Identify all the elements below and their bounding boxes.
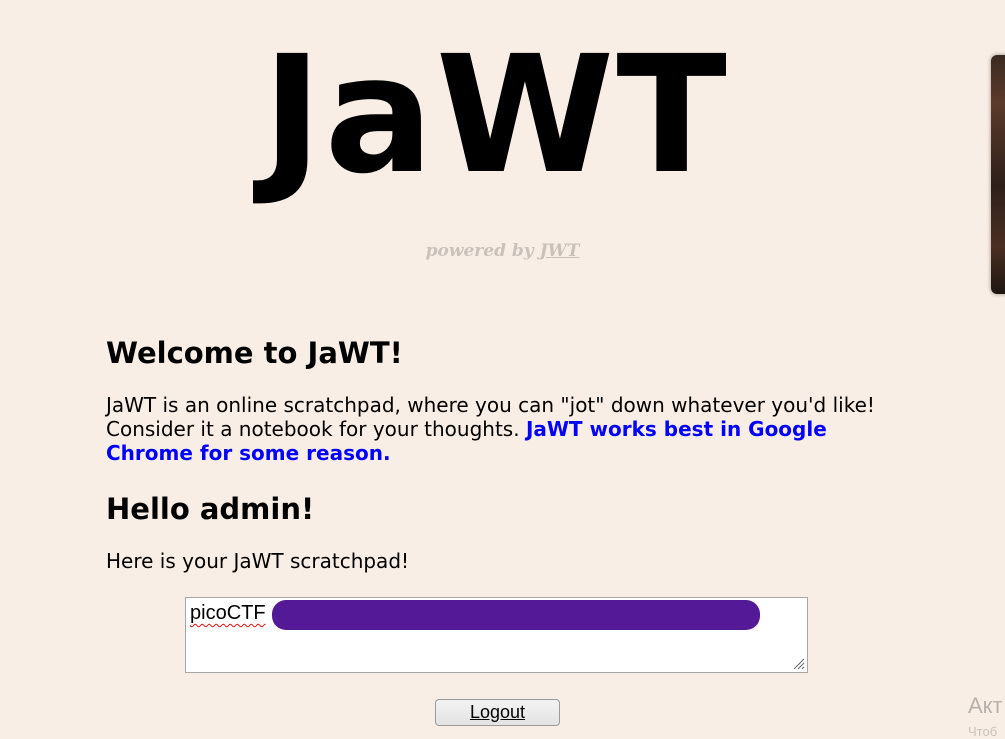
intro-paragraph: JaWT is an online scratchpad, where you … — [106, 393, 896, 465]
main-content: Welcome to JaWT! JaWT is an online scrat… — [106, 333, 896, 575]
activation-watermark: Акт — [968, 693, 1003, 718]
logout-button[interactable]: Logout — [435, 699, 560, 726]
welcome-heading: Welcome to JaWT! — [106, 336, 403, 370]
activation-watermark-sub: Чтоб — [968, 724, 998, 739]
powered-prefix: powered by — [425, 241, 540, 261]
logo-text: JaWT — [262, 22, 729, 210]
logo-title: JaWT — [0, 35, 1005, 197]
scratchpad-textarea[interactable]: picoCTF — [185, 597, 808, 673]
scratchpad-label: Here is your JaWT scratchpad! — [106, 549, 410, 573]
scratchpad-value: picoCTF — [190, 602, 266, 624]
jwt-link[interactable]: JWT — [540, 241, 580, 261]
side-panel-thumbnail[interactable] — [991, 55, 1005, 294]
greeting-heading: Hello admin! — [106, 492, 315, 526]
resize-grip-icon[interactable] — [791, 656, 805, 670]
powered-by: powered by JWT — [0, 241, 1005, 261]
redaction-mark — [272, 600, 760, 630]
